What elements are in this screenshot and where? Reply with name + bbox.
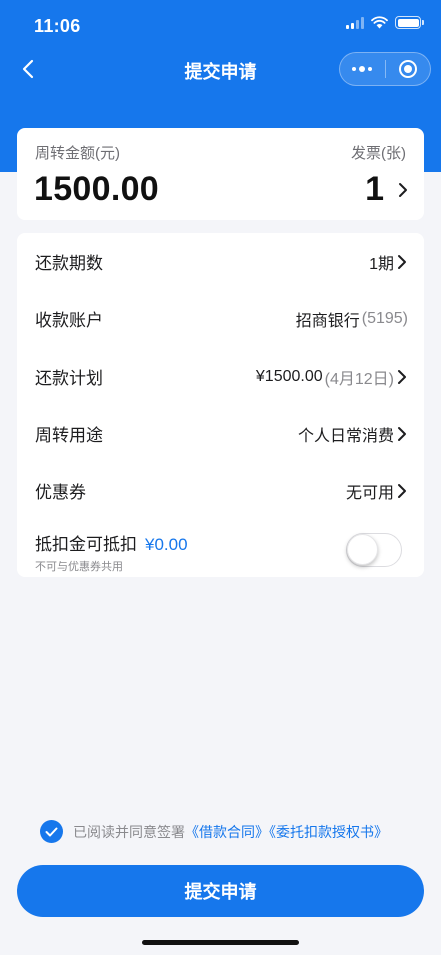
row-purpose[interactable]: 周转用途 个人日常消费 — [17, 405, 424, 462]
invoice-selector[interactable]: 1 — [365, 170, 408, 209]
row-value: 1期 — [369, 250, 408, 274]
invoice-count: 1 — [365, 170, 384, 208]
row-repayment-plan[interactable]: 还款计划 ¥1500.00 (4月12日) — [17, 348, 424, 405]
chevron-right-icon — [398, 483, 406, 498]
more-button[interactable] — [340, 53, 385, 85]
row-coupon[interactable]: 优惠券 无可用 — [17, 462, 424, 519]
deduction-amount: ¥0.00 — [145, 535, 188, 554]
check-icon — [45, 827, 58, 836]
row-value-text: 个人日常消费 — [297, 427, 394, 445]
debit-authorization-link[interactable]: 《委托扣款授权书》 — [269, 824, 388, 840]
home-indicator — [142, 940, 299, 945]
row-value: ¥1500.00 (4月12日) — [256, 365, 408, 389]
plan-date: (4月12日) — [324, 370, 394, 388]
chevron-right-icon — [398, 254, 406, 269]
row-value-text: 招商银行 — [295, 312, 360, 330]
mini-program-capsule — [339, 52, 431, 86]
chevron-right-icon — [399, 182, 407, 197]
chevron-right-icon — [398, 426, 406, 441]
deduction-info: 抵扣金可抵扣 ¥0.00 不可与优惠券共用 — [35, 530, 188, 574]
deduction-line: 抵扣金可抵扣 ¥0.00 — [35, 530, 188, 555]
deduction-toggle[interactable] — [346, 533, 402, 567]
row-value: 无可用 — [346, 479, 408, 503]
row-value: 个人日常消费 — [298, 422, 408, 446]
row-value: 招商银行 (5195) — [296, 307, 408, 331]
wifi-icon — [371, 16, 388, 29]
invoice-label: 发票(张) — [351, 145, 406, 162]
toggle-knob — [347, 534, 378, 565]
row-repayment-periods[interactable]: 还款期数 1期 — [17, 233, 424, 290]
row-receiving-account[interactable]: 收款账户 招商银行 (5195) — [17, 290, 424, 347]
row-label: 周转用途 — [35, 426, 103, 445]
battery-icon — [395, 16, 424, 29]
close-mini-program-button[interactable] — [386, 53, 431, 85]
target-icon — [398, 60, 417, 78]
detail-card: 还款期数 1期 收款账户 招商银行 (5195) 还款计划 ¥1500.00 (4月… — [17, 233, 424, 577]
amount-value: 1500.00 — [34, 170, 160, 208]
agreement-checkbox[interactable] — [40, 820, 63, 843]
amount-label: 周转金额(元) — [35, 145, 120, 162]
row-label: 还款期数 — [35, 254, 103, 273]
submit-button[interactable]: 提交申请 — [17, 865, 424, 917]
signal-icon — [346, 16, 364, 29]
status-time: 11:06 — [34, 16, 81, 36]
status-bar: 11:06 — [0, 0, 441, 50]
row-label: 优惠券 — [35, 483, 86, 502]
account-suffix: (5195) — [361, 309, 408, 327]
deduction-label: 抵扣金可抵扣 — [35, 535, 137, 554]
row-value-text: 无可用 — [345, 484, 394, 502]
nav-bar: 提交申请 — [0, 50, 441, 88]
row-label: 还款计划 — [35, 369, 103, 388]
amount-card: 周转金额(元) 1500.00 发票(张) 1 — [17, 128, 424, 220]
status-icons — [346, 16, 424, 29]
loan-contract-link[interactable]: 《借款合同》 — [185, 824, 269, 840]
row-label: 收款账户 — [35, 311, 103, 330]
deduction-note: 不可与优惠券共用 — [35, 561, 123, 573]
more-dots-icon — [352, 66, 373, 72]
agreement-line: 已阅读并同意签署《借款合同》《委托扣款授权书》 — [40, 820, 388, 843]
chevron-right-icon — [398, 369, 406, 384]
row-value-text: ¥1500.00 — [255, 367, 323, 385]
row-value-text: 1期 — [369, 255, 394, 273]
agreement-text: 已阅读并同意签署 — [73, 823, 185, 840]
